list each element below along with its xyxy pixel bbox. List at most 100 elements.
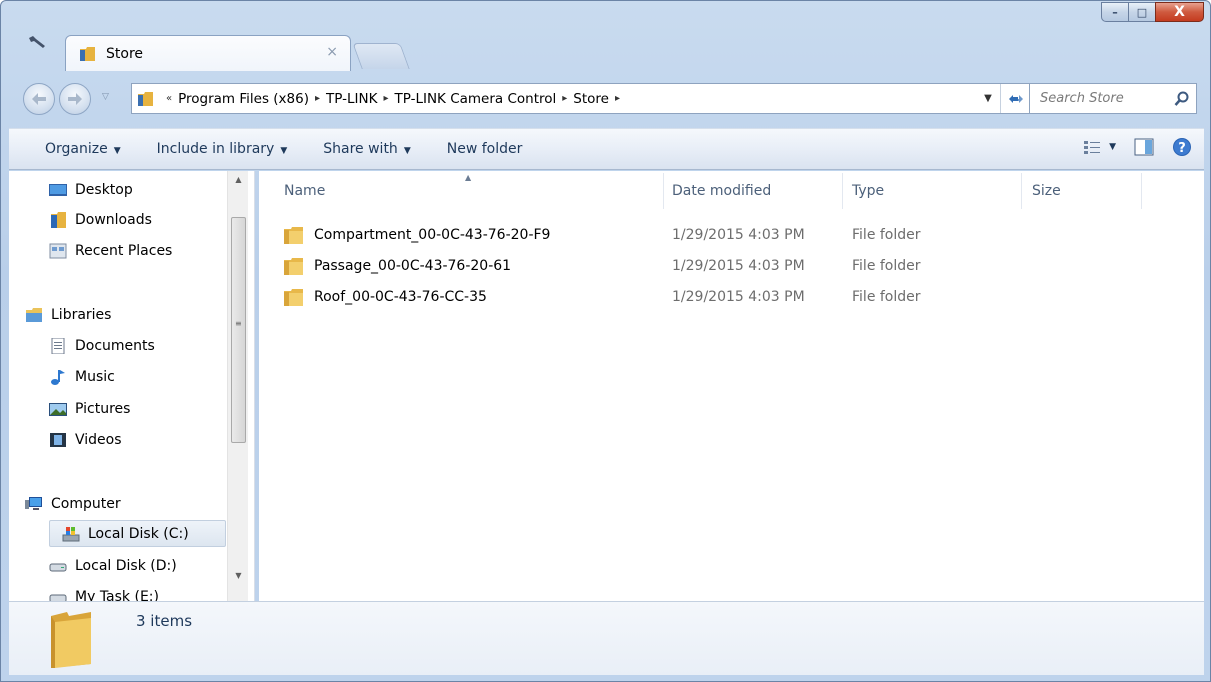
nav-item-label: Videos bbox=[75, 431, 122, 448]
scroll-thumb[interactable]: ≡ bbox=[231, 217, 246, 443]
scroll-up-button[interactable]: ▲ bbox=[228, 175, 249, 193]
explorer-window: Store × – □ X ▽ « Program Files (x86) ▸ … bbox=[0, 0, 1211, 682]
file-name: Passage_00-0C-43-76-20-61 bbox=[314, 258, 512, 274]
documents-icon bbox=[51, 337, 65, 354]
nav-item-recent-places[interactable]: Recent Places bbox=[49, 237, 172, 264]
column-separator[interactable] bbox=[1021, 173, 1022, 209]
pictures-icon bbox=[49, 402, 67, 416]
breadcrumb-store[interactable]: Store bbox=[573, 91, 609, 107]
wrench-icon[interactable] bbox=[27, 35, 47, 49]
nav-item-pictures[interactable]: Pictures bbox=[49, 395, 130, 422]
nav-item-videos[interactable]: Videos bbox=[49, 426, 122, 453]
refresh-button[interactable] bbox=[1000, 84, 1030, 113]
drive-icon bbox=[49, 594, 67, 601]
nav-item-label: Local Disk (C:) bbox=[88, 525, 189, 542]
back-button[interactable] bbox=[23, 83, 55, 115]
recent-pages-dropdown[interactable]: ▽ bbox=[102, 92, 109, 102]
breadcrumb-camera-control[interactable]: TP-LINK Camera Control bbox=[394, 91, 556, 107]
folder-icon bbox=[80, 46, 95, 61]
nav-item-desktop[interactable]: Desktop bbox=[49, 176, 133, 203]
file-row[interactable]: Compartment_00-0C-43-76-20-F9 1/29/2015 … bbox=[284, 220, 1184, 250]
refresh-icon bbox=[1008, 94, 1023, 103]
column-header-size[interactable]: Size bbox=[1032, 171, 1061, 211]
nav-item-label: Computer bbox=[51, 495, 121, 512]
nav-item-label: Pictures bbox=[75, 400, 131, 417]
file-date: 1/29/2015 4:03 PM bbox=[672, 289, 805, 305]
folder-icon bbox=[284, 258, 303, 275]
forward-button[interactable] bbox=[59, 83, 91, 115]
change-view-icon[interactable] bbox=[1083, 139, 1103, 155]
videos-icon bbox=[50, 432, 66, 447]
include-in-library-menu[interactable]: Include in library ▼ bbox=[157, 141, 288, 157]
new-folder-button[interactable]: New folder bbox=[447, 141, 523, 157]
search-icon[interactable] bbox=[1174, 91, 1190, 107]
breadcrumb-separator[interactable]: ▸ bbox=[615, 93, 620, 104]
maximize-button[interactable]: □ bbox=[1128, 2, 1155, 22]
file-row[interactable]: Roof_00-0C-43-76-CC-35 1/29/2015 4:03 PM… bbox=[284, 282, 1184, 312]
column-separator[interactable] bbox=[663, 173, 664, 209]
music-icon bbox=[51, 369, 65, 385]
close-button[interactable]: X bbox=[1155, 2, 1204, 22]
svg-text:?: ? bbox=[1178, 141, 1186, 156]
file-row[interactable]: Passage_00-0C-43-76-20-61 1/29/2015 4:03… bbox=[284, 251, 1184, 281]
breadcrumb-separator[interactable]: ▸ bbox=[562, 93, 567, 104]
nav-item-downloads[interactable]: Downloads bbox=[49, 206, 152, 233]
share-with-label: Share with bbox=[323, 141, 398, 157]
scroll-down-button[interactable]: ▼ bbox=[228, 571, 249, 589]
breadcrumb-separator[interactable]: ▸ bbox=[315, 93, 320, 104]
nav-item-label: Libraries bbox=[51, 306, 112, 323]
column-header-name[interactable]: Name bbox=[284, 171, 325, 211]
nav-item-label: My Task (E:) bbox=[75, 588, 159, 602]
file-date: 1/29/2015 4:03 PM bbox=[672, 258, 805, 274]
tab-label: Store bbox=[106, 45, 144, 62]
organize-label: Organize bbox=[45, 141, 108, 157]
nav-pane-scrollbar[interactable]: ▲ ≡ ▼ bbox=[227, 171, 248, 601]
address-bar[interactable]: « Program Files (x86) ▸ TP-LINK ▸ TP-LIN… bbox=[131, 83, 1031, 114]
more-views-dropdown[interactable]: ▼ bbox=[1109, 142, 1116, 152]
nav-item-label: Recent Places bbox=[75, 242, 173, 259]
libraries-icon bbox=[26, 307, 42, 322]
share-with-menu[interactable]: Share with ▼ bbox=[323, 141, 410, 157]
nav-item-documents[interactable]: Documents bbox=[49, 332, 155, 359]
tab-store[interactable]: Store × bbox=[65, 35, 351, 71]
search-box bbox=[1029, 83, 1197, 114]
forward-arrow-icon bbox=[68, 93, 82, 105]
breadcrumb-tp-link[interactable]: TP-LINK bbox=[326, 91, 377, 107]
minimize-button[interactable]: – bbox=[1101, 2, 1128, 22]
organize-menu[interactable]: Organize ▼ bbox=[45, 141, 121, 157]
tab-close-button[interactable]: × bbox=[326, 44, 338, 60]
breadcrumb-overflow[interactable]: « bbox=[166, 93, 172, 104]
address-controls: ▼ bbox=[976, 84, 1030, 113]
nav-item-music[interactable]: Music bbox=[49, 363, 115, 390]
address-dropdown-button[interactable]: ▼ bbox=[976, 93, 1000, 104]
nav-item-computer[interactable]: Computer bbox=[25, 490, 121, 517]
desktop-icon bbox=[49, 183, 67, 196]
folder-icon bbox=[51, 612, 91, 668]
folder-icon bbox=[138, 91, 153, 106]
column-separator[interactable] bbox=[842, 173, 843, 209]
help-icon[interactable]: ? bbox=[1172, 137, 1192, 157]
nav-item-label: Desktop bbox=[75, 181, 133, 198]
nav-item-libraries[interactable]: Libraries bbox=[25, 301, 111, 328]
grip-icon: ≡ bbox=[235, 319, 242, 328]
nav-item-local-disk-c[interactable]: Local Disk (C:) bbox=[49, 520, 226, 547]
new-tab-button[interactable] bbox=[352, 43, 410, 69]
preview-pane-icon[interactable] bbox=[1134, 138, 1154, 156]
view-controls: ▼ ? bbox=[1083, 137, 1192, 157]
column-header-type[interactable]: Type bbox=[852, 171, 884, 211]
folder-icon bbox=[284, 227, 303, 244]
nav-item-local-disk-d[interactable]: Local Disk (D:) bbox=[49, 552, 177, 579]
folder-icon bbox=[284, 289, 303, 306]
pane-divider[interactable] bbox=[254, 171, 255, 601]
back-arrow-icon bbox=[32, 93, 46, 105]
column-separator[interactable] bbox=[1141, 173, 1142, 209]
search-input[interactable] bbox=[1040, 91, 1170, 106]
breadcrumb-separator[interactable]: ▸ bbox=[383, 93, 388, 104]
column-header-date-modified[interactable]: Date modified bbox=[672, 171, 771, 211]
include-in-library-label: Include in library bbox=[156, 141, 275, 157]
breadcrumb-program-files[interactable]: Program Files (x86) bbox=[178, 91, 309, 107]
nav-item-my-task-e[interactable]: My Task (E:) bbox=[49, 583, 159, 601]
navigation-row: ▽ « Program Files (x86) ▸ TP-LINK ▸ TP-L… bbox=[19, 73, 1209, 121]
nav-item-label: Downloads bbox=[75, 211, 152, 228]
details-pane: 3 items bbox=[9, 601, 1204, 675]
